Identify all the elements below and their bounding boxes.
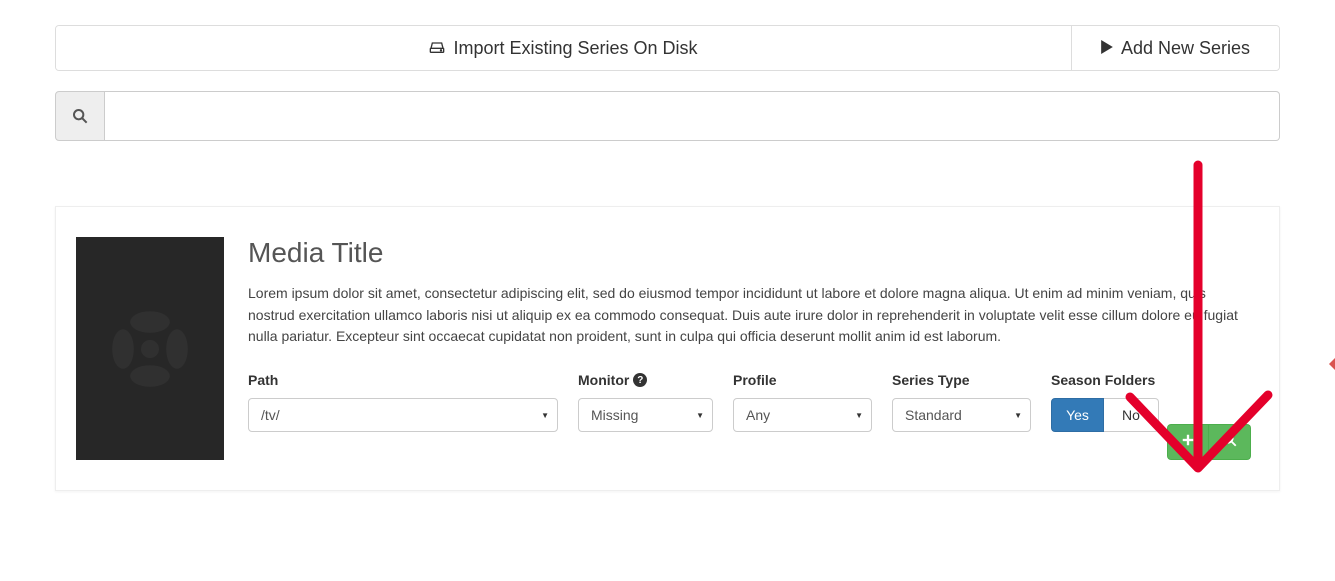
plus-icon (1181, 433, 1195, 452)
profile-label: Profile (733, 372, 872, 388)
path-value: /tv/ (261, 407, 280, 423)
series-type-label: Series Type (892, 372, 1031, 388)
series-type-value: Standard (905, 407, 962, 423)
monitor-label: Monitor ? (578, 372, 713, 388)
path-label: Path (248, 372, 558, 388)
monitor-select[interactable]: Missing (578, 398, 713, 432)
season-folders-label: Season Folders (1051, 372, 1203, 388)
profile-value: Any (746, 407, 770, 423)
season-folders-no-button[interactable]: No (1104, 398, 1159, 432)
search-bar (55, 91, 1280, 141)
path-field: Path /tv/ (248, 372, 558, 432)
series-details: Media Title Lorem ipsum dolor sit amet, … (248, 237, 1251, 460)
play-icon (1101, 38, 1113, 59)
search-icon (55, 91, 105, 141)
path-select[interactable]: /tv/ (248, 398, 558, 432)
add-and-search-button[interactable] (1209, 424, 1251, 460)
disk-icon (429, 38, 445, 59)
add-new-series-label: Add New Series (1121, 38, 1250, 59)
series-poster-placeholder (76, 237, 224, 460)
action-button-group (1167, 424, 1251, 460)
search-input[interactable] (105, 91, 1280, 141)
season-folders-toggle: Yes No (1051, 398, 1159, 432)
import-series-label: Import Existing Series On Disk (453, 38, 697, 59)
series-type-select[interactable]: Standard (892, 398, 1031, 432)
header-button-group: Import Existing Series On Disk Add New S… (55, 25, 1280, 71)
help-icon[interactable]: ? (633, 373, 647, 387)
search-icon (1222, 432, 1237, 452)
series-result-card: Media Title Lorem ipsum dolor sit amet, … (55, 206, 1280, 491)
series-type-field: Series Type Standard (892, 372, 1031, 432)
series-options-row: Path /tv/ Monitor ? Missing Profile (248, 372, 1251, 432)
import-series-button[interactable]: Import Existing Series On Disk (56, 26, 1071, 70)
series-title: Media Title (248, 237, 1251, 269)
add-new-series-button[interactable]: Add New Series (1071, 26, 1279, 70)
profile-field: Profile Any (733, 372, 872, 432)
add-button[interactable] (1167, 424, 1209, 460)
series-description: Lorem ipsum dolor sit amet, consectetur … (248, 283, 1251, 348)
season-folders-yes-button[interactable]: Yes (1051, 398, 1104, 432)
monitor-value: Missing (591, 407, 638, 423)
monitor-field: Monitor ? Missing (578, 372, 713, 432)
profile-select[interactable]: Any (733, 398, 872, 432)
scroll-indicator-icon (1329, 358, 1335, 370)
